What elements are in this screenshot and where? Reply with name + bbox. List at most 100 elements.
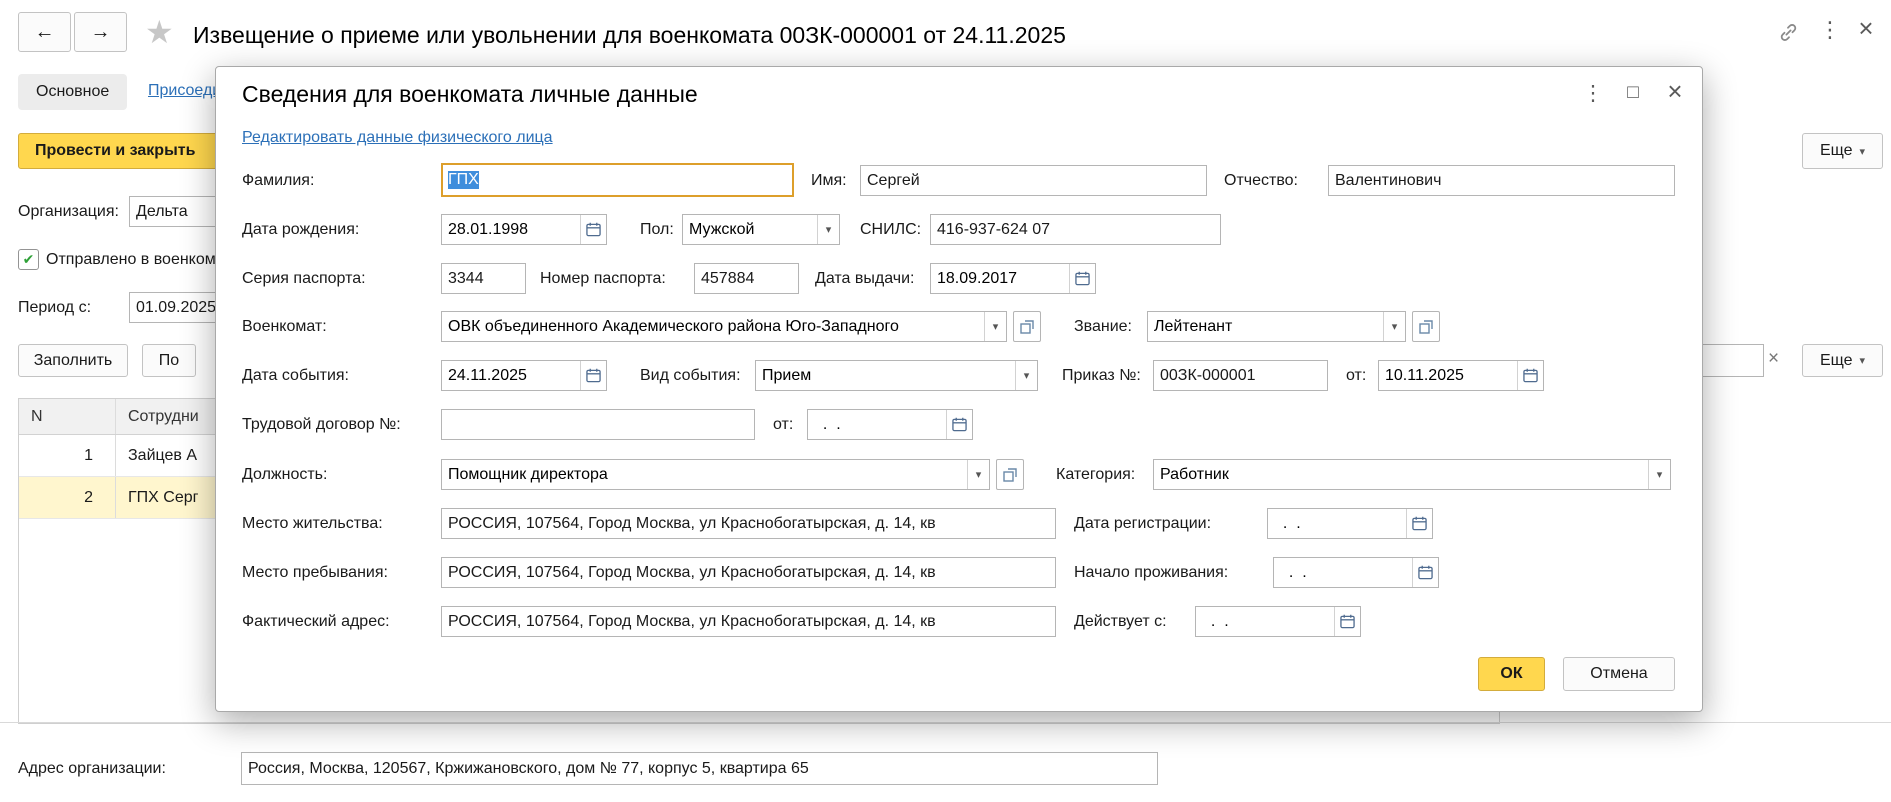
rank-open-button[interactable]	[1412, 311, 1440, 342]
middle-name-field[interactable]	[1328, 165, 1675, 196]
chevron-down-icon[interactable]: ▾	[1648, 460, 1670, 489]
residence-field[interactable]	[441, 508, 1056, 539]
passport-number-field[interactable]	[694, 263, 799, 294]
gender-input[interactable]	[683, 215, 817, 244]
link-icon[interactable]	[1774, 18, 1802, 46]
tab-main[interactable]: Основное	[18, 74, 127, 110]
valid-from-date-field[interactable]	[1195, 606, 1361, 637]
event-type-combo[interactable]: ▾	[755, 360, 1038, 391]
favorite-star-icon[interactable]: ★	[145, 13, 174, 51]
military-office-combo[interactable]: ▾	[441, 311, 1007, 342]
chevron-down-icon[interactable]: ▾	[1015, 361, 1037, 390]
sent-to-military-office-checkbox[interactable]: ✔	[18, 249, 39, 270]
row-number: 2	[19, 477, 116, 518]
chevron-down-icon[interactable]: ▾	[1383, 312, 1405, 341]
contract-number-field[interactable]	[441, 409, 755, 440]
event-date-label: Дата события:	[242, 367, 349, 385]
military-office-input[interactable]	[442, 312, 984, 341]
stay-start-date-field[interactable]	[1273, 557, 1439, 588]
event-date-input[interactable]	[442, 361, 580, 390]
first-name-field[interactable]	[860, 165, 1207, 196]
column-header-n[interactable]: N	[19, 399, 116, 434]
calendar-icon[interactable]	[1412, 558, 1438, 587]
ok-button[interactable]: ОК	[1478, 657, 1545, 691]
dialog-maximize-icon[interactable]: □	[1619, 79, 1647, 107]
calendar-icon[interactable]	[1334, 607, 1360, 636]
birth-date-field[interactable]	[441, 214, 607, 245]
event-date-field[interactable]	[441, 360, 607, 391]
chevron-down-icon[interactable]: ▾	[967, 460, 989, 489]
more-button-table[interactable]: Еще ▾	[1802, 344, 1883, 377]
category-combo[interactable]: ▾	[1153, 459, 1671, 490]
period-label: Период с:	[18, 299, 91, 317]
event-type-label: Вид события:	[640, 367, 741, 385]
gender-label: Пол:	[640, 221, 674, 239]
issue-date-input[interactable]	[931, 264, 1069, 293]
birth-date-label: Дата рождения:	[242, 221, 359, 239]
calendar-icon[interactable]	[580, 215, 606, 244]
dialog-title: Сведения для военкомата личные данные	[242, 81, 698, 108]
actual-address-label: Фактический адрес:	[242, 613, 390, 631]
more-table-label: Еще	[1820, 352, 1853, 370]
birth-date-input[interactable]	[442, 215, 580, 244]
category-label: Категория:	[1056, 466, 1135, 484]
rank-input[interactable]	[1148, 312, 1383, 341]
registration-date-input[interactable]	[1268, 509, 1406, 538]
military-office-open-button[interactable]	[1013, 311, 1041, 342]
military-office-label: Военкомат:	[242, 318, 327, 336]
issue-date-field[interactable]	[930, 263, 1096, 294]
footer-divider	[0, 722, 1891, 723]
order-date-input[interactable]	[1379, 361, 1517, 390]
more-button-top[interactable]: Еще ▾	[1802, 133, 1883, 169]
dialog-close-icon[interactable]: ×	[1661, 77, 1689, 105]
registration-date-field[interactable]	[1267, 508, 1433, 539]
sent-checkbox-label: Отправлено в военкомат	[46, 251, 232, 269]
position-label: Должность:	[242, 466, 327, 484]
calendar-icon[interactable]	[1069, 264, 1095, 293]
position-input[interactable]	[442, 460, 967, 489]
calendar-icon[interactable]	[1406, 509, 1432, 538]
stay-start-date-input[interactable]	[1274, 558, 1412, 587]
chevron-down-icon[interactable]: ▾	[984, 312, 1006, 341]
actual-address-field[interactable]	[441, 606, 1056, 637]
contract-date-input[interactable]	[808, 410, 946, 439]
search-clear-icon[interactable]: ×	[1768, 348, 1779, 370]
contract-date-label: от:	[773, 416, 793, 434]
valid-from-date-input[interactable]	[1196, 607, 1334, 636]
contract-date-field[interactable]	[807, 409, 973, 440]
forward-button[interactable]: →	[74, 12, 127, 52]
last-name-label: Фамилия:	[242, 172, 314, 190]
position-combo[interactable]: ▾	[441, 459, 990, 490]
row-number: 1	[19, 435, 116, 476]
rank-combo[interactable]: ▾	[1147, 311, 1406, 342]
calendar-icon[interactable]	[946, 410, 972, 439]
order-date-field[interactable]	[1378, 360, 1544, 391]
residence-label: Место жительства:	[242, 515, 383, 533]
chevron-down-icon[interactable]: ▾	[817, 215, 839, 244]
stay-place-field[interactable]	[441, 557, 1056, 588]
fill-button[interactable]: Заполнить	[18, 344, 128, 377]
window-menu-kebab-icon[interactable]: ⋮	[1816, 16, 1844, 44]
edit-person-data-link[interactable]: Редактировать данные физического лица	[242, 129, 553, 147]
back-button[interactable]: ←	[18, 12, 71, 52]
last-name-field[interactable]: ГПХ	[441, 163, 794, 197]
category-input[interactable]	[1154, 460, 1648, 489]
snils-field[interactable]	[930, 214, 1221, 245]
organization-address-field[interactable]	[241, 752, 1158, 785]
cancel-button[interactable]: Отмена	[1563, 657, 1675, 691]
window-close-icon[interactable]: ×	[1852, 14, 1880, 42]
forward-arrow-icon: →	[91, 21, 111, 44]
position-open-button[interactable]	[996, 459, 1024, 490]
calendar-icon[interactable]	[1517, 361, 1543, 390]
organization-label: Организация:	[18, 203, 119, 221]
order-date-label: от:	[1346, 367, 1366, 385]
order-number-field[interactable]	[1153, 360, 1328, 391]
dialog-menu-kebab-icon[interactable]: ⋮	[1579, 79, 1607, 107]
event-type-input[interactable]	[756, 361, 1015, 390]
passport-number-label: Номер паспорта:	[540, 270, 666, 288]
calendar-icon[interactable]	[580, 361, 606, 390]
gender-combo[interactable]: ▾	[682, 214, 840, 245]
pick-button[interactable]: По	[142, 344, 196, 377]
middle-name-label: Отчество:	[1224, 172, 1298, 190]
passport-series-field[interactable]	[441, 263, 526, 294]
